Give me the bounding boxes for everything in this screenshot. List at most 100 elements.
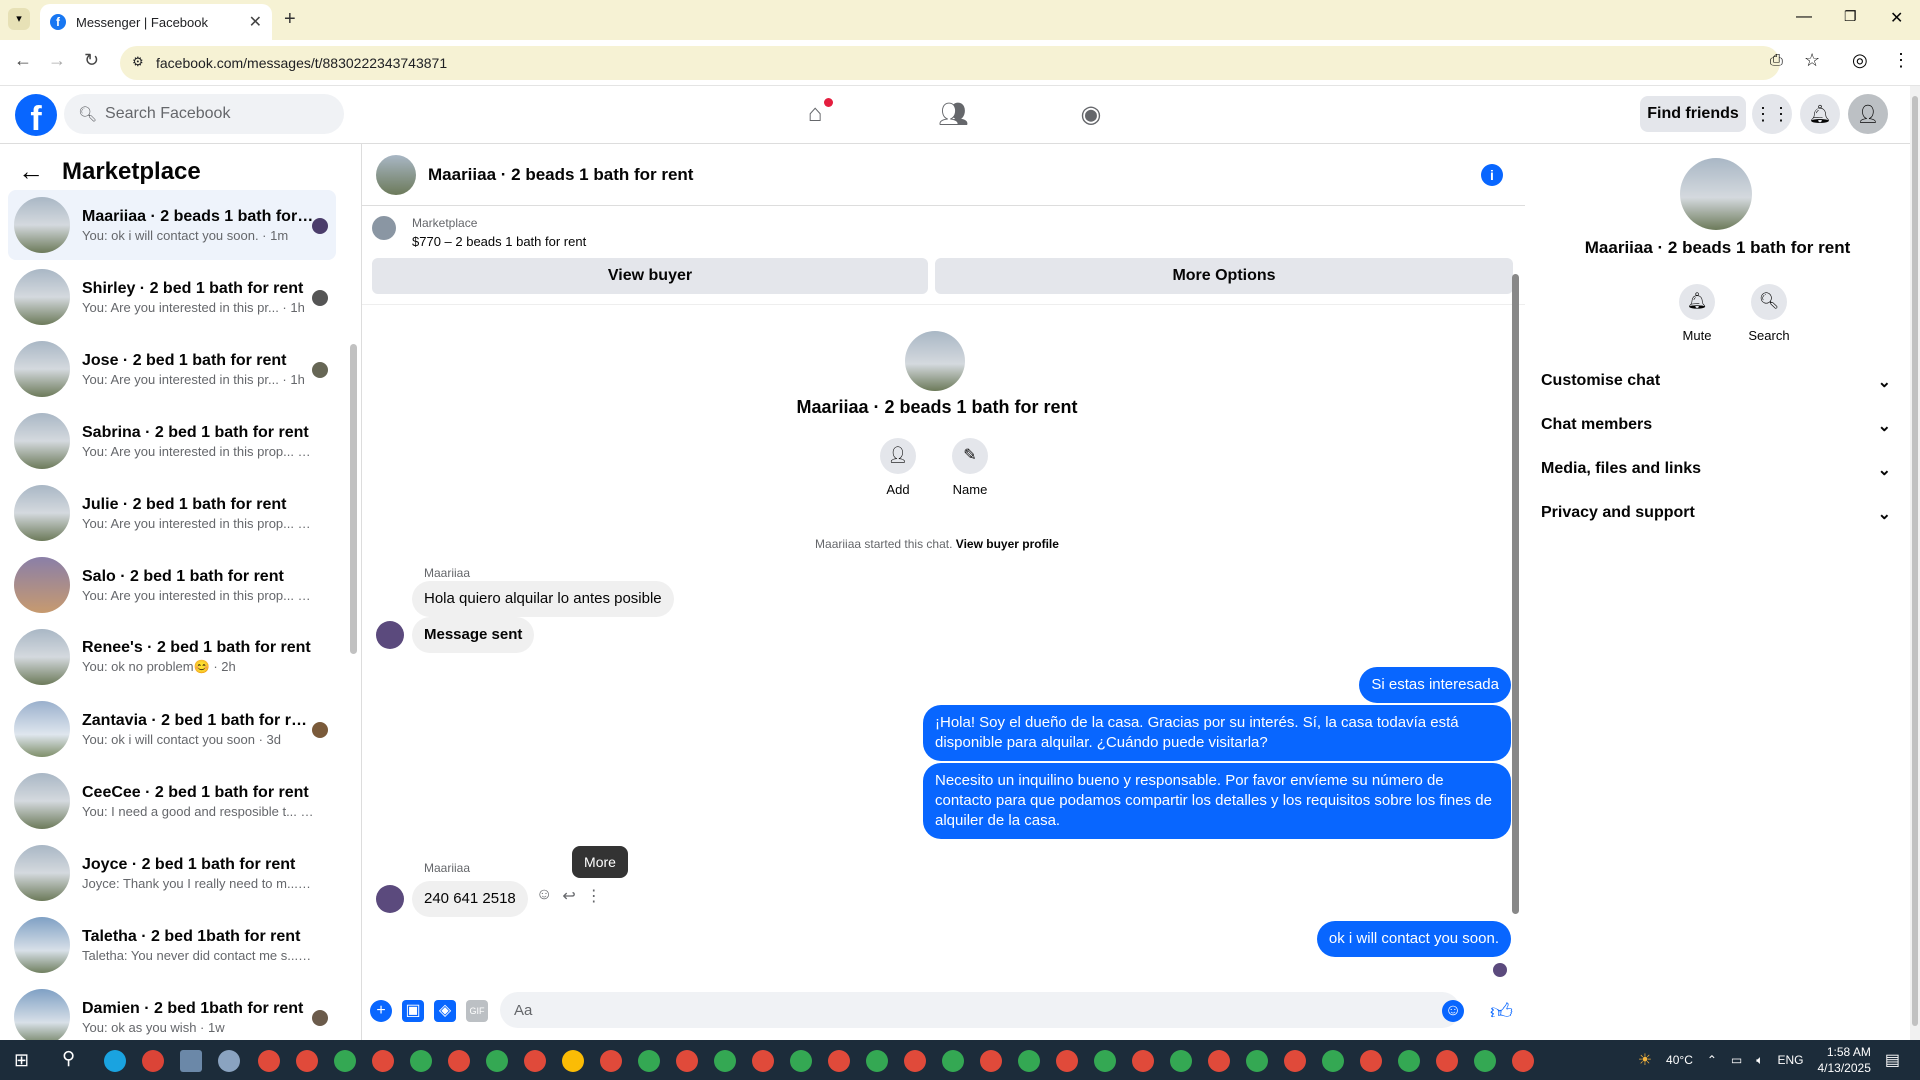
add-people-button[interactable]: 👤︎ Add [868, 438, 928, 497]
chrome-icon[interactable] [486, 1050, 508, 1072]
notifications-bell-icon[interactable]: 🔔︎ [1800, 94, 1840, 134]
view-buyer-button[interactable]: View buyer [372, 258, 928, 294]
conversation-item[interactable]: CeeCee · 2 bed 1 bath for rent You: I nee… [8, 766, 336, 836]
outgoing-message[interactable]: Necesito un inquilino bueno y responsabl… [923, 763, 1511, 839]
conversation-item[interactable]: Zantavia · 2 bed 1 bath for rent You: ok … [8, 694, 336, 764]
incoming-message[interactable]: Hola quiero alquilar lo antes posible [412, 581, 674, 617]
chrome-icon[interactable] [1360, 1050, 1382, 1072]
chrome-icon[interactable] [828, 1050, 850, 1072]
sender-avatar[interactable] [376, 621, 404, 649]
chat-avatar[interactable] [376, 154, 416, 195]
search-chat-button[interactable]: 🔍︎ Search [1739, 284, 1799, 343]
page-scrollbar[interactable] [1910, 86, 1920, 1040]
chrome-icon[interactable] [448, 1050, 470, 1072]
url-input[interactable]: ⚙ facebook.com/messages/t/88302223437438… [120, 46, 1780, 80]
conversation-item[interactable]: Salo · 2 bed 1 bath for rent You: Are you… [8, 550, 336, 620]
browser-tab[interactable]: f Messenger | Facebook ✕ [40, 4, 272, 40]
forward-icon[interactable]: → [48, 50, 66, 71]
chrome-icon[interactable] [1094, 1050, 1116, 1072]
account-avatar[interactable]: 👤︎ [1848, 94, 1888, 134]
chevron-up-icon[interactable]: ⌃ [1707, 1053, 1717, 1067]
conversation-item[interactable]: Jose · 2 bed 1 bath for rent You: Are you… [8, 334, 336, 404]
volume-icon[interactable]: 🔈︎ [1756, 1053, 1763, 1068]
chrome-icon[interactable] [980, 1050, 1002, 1072]
chrome-icon[interactable] [1436, 1050, 1458, 1072]
browser-menu-icon[interactable]: ⋮ [1892, 50, 1910, 71]
outgoing-message[interactable]: ¡Hola! Soy el dueño de la casa. Gracias … [923, 705, 1511, 761]
info-icon[interactable]: i [1481, 164, 1503, 186]
chrome-icon[interactable] [1132, 1050, 1154, 1072]
incoming-message[interactable]: 240 641 2518 [412, 881, 528, 917]
chrome-icon[interactable] [524, 1050, 546, 1072]
reload-icon[interactable]: ↻ [84, 50, 99, 71]
more-options-button[interactable]: More Options [935, 258, 1513, 294]
chrome-icon[interactable] [334, 1050, 356, 1072]
minimize-button[interactable]: — [1796, 8, 1812, 26]
chrome-icon[interactable] [942, 1050, 964, 1072]
home-icon[interactable]: ⌂ [800, 98, 833, 130]
tab-search-button[interactable]: ▾ [8, 8, 30, 30]
chrome-icon[interactable] [676, 1050, 698, 1072]
friends-icon[interactable]: 👥︎ [938, 100, 968, 130]
conversation-item[interactable]: Sabrina · 2 bed 1 bath for rent You: Are … [8, 406, 336, 476]
emoji-icon[interactable]: ☺ [1442, 1000, 1464, 1022]
gif-icon[interactable]: GIF [466, 1000, 488, 1022]
like-thumb-icon[interactable]: 👍︎ [1490, 998, 1513, 1025]
chrome-icon[interactable] [142, 1050, 164, 1072]
tab-close-icon[interactable]: ✕ [249, 12, 262, 32]
chrome-icon[interactable] [600, 1050, 622, 1072]
chrome-icon[interactable] [1398, 1050, 1420, 1072]
bookmark-star-icon[interactable]: ☆ [1804, 50, 1820, 71]
media-files-links-section[interactable]: Media, files and links ⌄ [1541, 460, 1891, 480]
restore-button[interactable]: ❐ [1844, 8, 1857, 25]
app-icon[interactable] [180, 1050, 202, 1072]
chrome-icon[interactable] [1018, 1050, 1040, 1072]
conversation-item[interactable]: Damien · 2 bed 1bath for rent You: ok as … [8, 982, 336, 1040]
facebook-logo[interactable]: f [15, 94, 57, 138]
chrome-icon[interactable] [904, 1050, 926, 1072]
back-arrow-icon[interactable]: ← [18, 156, 44, 187]
weather-icon[interactable]: ☀ [1638, 1050, 1652, 1070]
conversation-item[interactable]: Taletha · 2 bed 1bath for rent Taletha: Y… [8, 910, 336, 980]
weather-temp[interactable]: 40°C [1666, 1053, 1693, 1067]
profile-icon[interactable]: ◎ [1852, 50, 1868, 71]
chat-members-section[interactable]: Chat members ⌄ [1541, 416, 1891, 436]
chrome-icon[interactable] [866, 1050, 888, 1072]
conversation-item[interactable]: Joyce · 2 bed 1 bath for rent Joyce: Than… [8, 838, 336, 908]
chrome-icon[interactable] [296, 1050, 318, 1072]
groups-icon[interactable]: ◉ [1076, 100, 1106, 130]
customise-chat-section[interactable]: Customise chat ⌄ [1541, 372, 1891, 392]
sender-avatar[interactable] [376, 885, 404, 913]
conversation-item[interactable]: Renee's · 2 bed 1 bath for rent You: ok n… [8, 622, 336, 692]
outgoing-message[interactable]: Si estas interesada [1359, 667, 1511, 703]
mute-button[interactable]: 🔔︎ Mute [1667, 284, 1727, 343]
chrome-icon[interactable] [1208, 1050, 1230, 1072]
chrome-icon[interactable] [638, 1050, 660, 1072]
more-vertical-icon[interactable]: ⋮ [586, 886, 602, 906]
close-window-button[interactable]: ✕ [1890, 8, 1903, 28]
photo-icon[interactable]: ▣ [402, 1000, 424, 1022]
windows-start-icon[interactable]: ⊞ [14, 1050, 34, 1070]
menu-grid-icon[interactable]: ⋮⋮ [1752, 94, 1792, 134]
reply-icon[interactable]: ↩ [562, 886, 575, 906]
chat-scrollbar[interactable] [1512, 274, 1519, 914]
notifications-icon[interactable]: ▤ [1885, 1050, 1900, 1070]
chrome-icon[interactable] [562, 1050, 584, 1072]
message-input[interactable]: Aa [500, 992, 1460, 1028]
chrome-icon[interactable] [1056, 1050, 1078, 1072]
edit-name-button[interactable]: ✎ Name [940, 438, 1000, 497]
chrome-icon[interactable] [714, 1050, 736, 1072]
chrome-icon[interactable] [1512, 1050, 1534, 1072]
conversation-item[interactable]: Julie · 2 bed 1 bath for rent You: Are yo… [8, 478, 336, 548]
facebook-search-input[interactable]: 🔍︎ Search Facebook [64, 94, 344, 134]
outgoing-message[interactable]: ok i will contact you soon. [1316, 921, 1511, 957]
react-icon[interactable]: ☺ [536, 886, 552, 906]
chrome-icon[interactable] [1322, 1050, 1344, 1072]
chrome-icon[interactable] [1284, 1050, 1306, 1072]
install-app-icon[interactable]: ⎙ [1770, 52, 1783, 70]
chrome-icon[interactable] [258, 1050, 280, 1072]
privacy-support-section[interactable]: Privacy and support ⌄ [1541, 504, 1891, 524]
view-buyer-profile-link[interactable]: View buyer profile [956, 537, 1059, 551]
chrome-icon[interactable] [1474, 1050, 1496, 1072]
back-icon[interactable]: ← [14, 50, 32, 71]
